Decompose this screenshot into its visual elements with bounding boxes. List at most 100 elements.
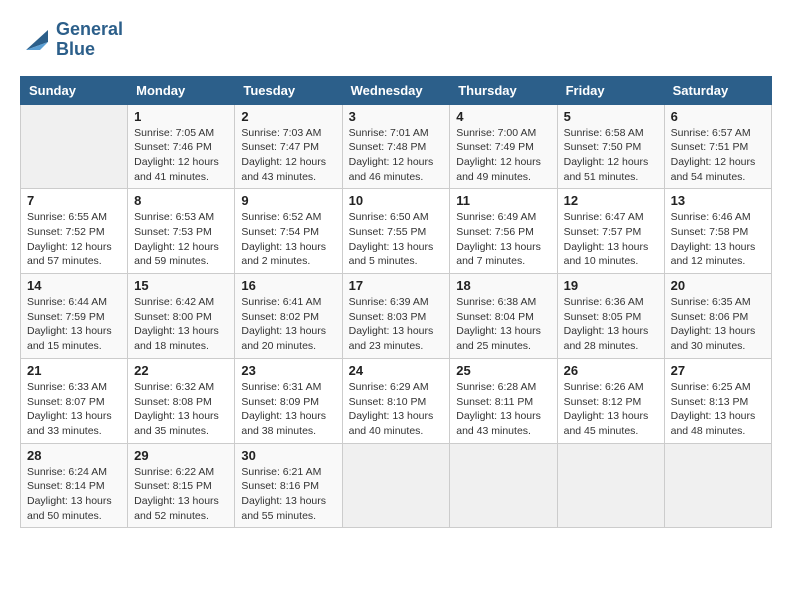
calendar-cell: 14 Sunrise: 6:44 AM Sunset: 7:59 PM Dayli… <box>21 274 128 359</box>
day-info: Sunrise: 6:49 AM Sunset: 7:56 PM Dayligh… <box>456 210 550 269</box>
weekday-friday: Friday <box>557 76 664 104</box>
day-info: Sunrise: 6:58 AM Sunset: 7:50 PM Dayligh… <box>564 126 658 185</box>
day-info: Sunrise: 6:25 AM Sunset: 8:13 PM Dayligh… <box>671 380 765 439</box>
day-number: 11 <box>456 193 550 208</box>
day-number: 22 <box>134 363 228 378</box>
calendar-cell: 15Sunrise: 6:42 AM Sunset: 8:00 PM Dayli… <box>128 274 235 359</box>
day-info: Sunrise: 6:44 AM Sunset: 7:59 PM Dayligh… <box>27 295 121 354</box>
day-info: Sunrise: 6:36 AM Sunset: 8:05 PM Dayligh… <box>564 295 658 354</box>
day-number: 23 <box>241 363 335 378</box>
calendar-cell <box>664 443 771 528</box>
day-number: 15 <box>134 278 228 293</box>
calendar-cell: 3 Sunrise: 7:01 AM Sunset: 7:48 PM Daylig… <box>342 104 450 189</box>
calendar-cell: 4Sunrise: 7:00 AM Sunset: 7:49 PM Daylig… <box>450 104 557 189</box>
day-info: Sunrise: 6:21 AM Sunset: 8:16 PM Dayligh… <box>241 465 335 524</box>
calendar-body: 1Sunrise: 7:05 AM Sunset: 7:46 PM Daylig… <box>21 104 772 528</box>
weekday-header-row: SundayMondayTuesdayWednesdayThursdayFrid… <box>21 76 772 104</box>
week-row-3: 14 Sunrise: 6:44 AM Sunset: 7:59 PM Dayli… <box>21 274 772 359</box>
day-info: Sunrise: 6:28 AM Sunset: 8:11 PM Dayligh… <box>456 380 550 439</box>
calendar-cell: 8 Sunrise: 6:53 AM Sunset: 7:53 PM Daylig… <box>128 189 235 274</box>
week-row-4: 21Sunrise: 6:33 AM Sunset: 8:07 PM Dayli… <box>21 358 772 443</box>
day-number: 25 <box>456 363 550 378</box>
weekday-sunday: Sunday <box>21 76 128 104</box>
day-number: 12 <box>564 193 658 208</box>
day-info: Sunrise: 6:41 AM Sunset: 8:02 PM Dayligh… <box>241 295 335 354</box>
day-number: 13 <box>671 193 765 208</box>
day-info: Sunrise: 6:53 AM Sunset: 7:53 PM Dayligh… <box>134 210 228 269</box>
calendar-cell: 18 Sunrise: 6:38 AM Sunset: 8:04 PM Dayli… <box>450 274 557 359</box>
calendar-cell <box>21 104 128 189</box>
calendar-cell: 25 Sunrise: 6:28 AM Sunset: 8:11 PM Dayli… <box>450 358 557 443</box>
day-number: 9 <box>241 193 335 208</box>
day-info: Sunrise: 6:47 AM Sunset: 7:57 PM Dayligh… <box>564 210 658 269</box>
day-number: 19 <box>564 278 658 293</box>
weekday-saturday: Saturday <box>664 76 771 104</box>
weekday-wednesday: Wednesday <box>342 76 450 104</box>
day-number: 29 <box>134 448 228 463</box>
day-info: Sunrise: 6:52 AM Sunset: 7:54 PM Dayligh… <box>241 210 335 269</box>
calendar-cell: 28 Sunrise: 6:24 AM Sunset: 8:14 PM Dayli… <box>21 443 128 528</box>
week-row-1: 1Sunrise: 7:05 AM Sunset: 7:46 PM Daylig… <box>21 104 772 189</box>
calendar-cell: 22 Sunrise: 6:32 AM Sunset: 8:08 PM Dayli… <box>128 358 235 443</box>
day-number: 16 <box>241 278 335 293</box>
weekday-thursday: Thursday <box>450 76 557 104</box>
calendar-cell: 6Sunrise: 6:57 AM Sunset: 7:51 PM Daylig… <box>664 104 771 189</box>
day-number: 7 <box>27 193 121 208</box>
weekday-tuesday: Tuesday <box>235 76 342 104</box>
day-number: 30 <box>241 448 335 463</box>
calendar-cell: 30 Sunrise: 6:21 AM Sunset: 8:16 PM Dayli… <box>235 443 342 528</box>
day-number: 24 <box>349 363 444 378</box>
calendar-table: SundayMondayTuesdayWednesdayThursdayFrid… <box>20 76 772 529</box>
day-info: Sunrise: 6:35 AM Sunset: 8:06 PM Dayligh… <box>671 295 765 354</box>
day-number: 3 <box>349 109 444 124</box>
day-number: 10 <box>349 193 444 208</box>
calendar-cell: 16 Sunrise: 6:41 AM Sunset: 8:02 PM Dayli… <box>235 274 342 359</box>
day-number: 18 <box>456 278 550 293</box>
day-number: 5 <box>564 109 658 124</box>
weekday-monday: Monday <box>128 76 235 104</box>
calendar-cell: 19 Sunrise: 6:36 AM Sunset: 8:05 PM Dayli… <box>557 274 664 359</box>
day-number: 28 <box>27 448 121 463</box>
calendar-cell: 24 Sunrise: 6:29 AM Sunset: 8:10 PM Dayli… <box>342 358 450 443</box>
day-info: Sunrise: 7:00 AM Sunset: 7:49 PM Dayligh… <box>456 126 550 185</box>
calendar-cell: 23Sunrise: 6:31 AM Sunset: 8:09 PM Dayli… <box>235 358 342 443</box>
day-info: Sunrise: 6:26 AM Sunset: 8:12 PM Dayligh… <box>564 380 658 439</box>
week-row-2: 7 Sunrise: 6:55 AM Sunset: 7:52 PM Daylig… <box>21 189 772 274</box>
calendar-cell: 5 Sunrise: 6:58 AM Sunset: 7:50 PM Daylig… <box>557 104 664 189</box>
logo-general: General <box>56 20 123 40</box>
day-number: 8 <box>134 193 228 208</box>
logo: General Blue <box>20 20 123 60</box>
day-number: 2 <box>241 109 335 124</box>
calendar-cell: 26 Sunrise: 6:26 AM Sunset: 8:12 PM Dayli… <box>557 358 664 443</box>
calendar-cell: 10 Sunrise: 6:50 AM Sunset: 7:55 PM Dayli… <box>342 189 450 274</box>
day-info: Sunrise: 6:32 AM Sunset: 8:08 PM Dayligh… <box>134 380 228 439</box>
day-number: 21 <box>27 363 121 378</box>
logo-graphic <box>20 26 52 54</box>
calendar-cell <box>557 443 664 528</box>
page-header: General Blue <box>20 20 772 60</box>
day-info: Sunrise: 7:03 AM Sunset: 7:47 PM Dayligh… <box>241 126 335 185</box>
day-info: Sunrise: 7:01 AM Sunset: 7:48 PM Dayligh… <box>349 126 444 185</box>
day-info: Sunrise: 7:05 AM Sunset: 7:46 PM Dayligh… <box>134 126 228 185</box>
calendar-cell: 12 Sunrise: 6:47 AM Sunset: 7:57 PM Dayli… <box>557 189 664 274</box>
day-number: 26 <box>564 363 658 378</box>
day-number: 6 <box>671 109 765 124</box>
calendar-cell: 17 Sunrise: 6:39 AM Sunset: 8:03 PM Dayli… <box>342 274 450 359</box>
day-info: Sunrise: 6:39 AM Sunset: 8:03 PM Dayligh… <box>349 295 444 354</box>
calendar-cell <box>450 443 557 528</box>
day-info: Sunrise: 6:55 AM Sunset: 7:52 PM Dayligh… <box>27 210 121 269</box>
calendar-cell: 29 Sunrise: 6:22 AM Sunset: 8:15 PM Dayli… <box>128 443 235 528</box>
calendar-cell: 11 Sunrise: 6:49 AM Sunset: 7:56 PM Dayli… <box>450 189 557 274</box>
calendar-cell: 2 Sunrise: 7:03 AM Sunset: 7:47 PM Daylig… <box>235 104 342 189</box>
day-info: Sunrise: 6:24 AM Sunset: 8:14 PM Dayligh… <box>27 465 121 524</box>
calendar-cell: 7 Sunrise: 6:55 AM Sunset: 7:52 PM Daylig… <box>21 189 128 274</box>
day-number: 20 <box>671 278 765 293</box>
day-info: Sunrise: 6:46 AM Sunset: 7:58 PM Dayligh… <box>671 210 765 269</box>
day-number: 14 <box>27 278 121 293</box>
day-info: Sunrise: 6:29 AM Sunset: 8:10 PM Dayligh… <box>349 380 444 439</box>
day-number: 17 <box>349 278 444 293</box>
day-info: Sunrise: 6:50 AM Sunset: 7:55 PM Dayligh… <box>349 210 444 269</box>
day-info: Sunrise: 6:38 AM Sunset: 8:04 PM Dayligh… <box>456 295 550 354</box>
day-info: Sunrise: 6:22 AM Sunset: 8:15 PM Dayligh… <box>134 465 228 524</box>
calendar-cell: 21Sunrise: 6:33 AM Sunset: 8:07 PM Dayli… <box>21 358 128 443</box>
